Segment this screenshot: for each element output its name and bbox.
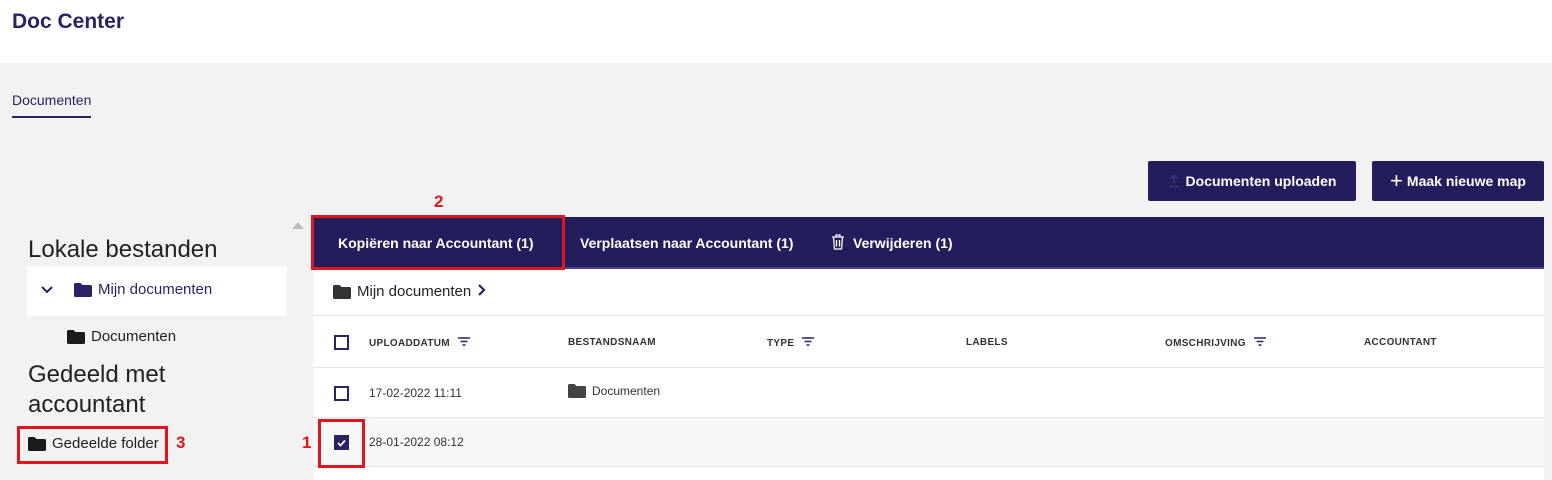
tree-item-label: Mijn documenten [98,281,213,298]
annotation-box-shared-folder [17,426,168,464]
trash-icon [831,233,845,253]
tree-item-label: Documenten [91,328,177,345]
row-date: 28-01-2022 08:12 [369,435,464,449]
new-folder-label: Maak nieuwe map [1406,173,1526,189]
filter-icon[interactable] [802,337,815,349]
column-accountant[interactable]: ACCOUNTANT [1364,337,1437,348]
app-title: Doc Center [12,10,125,33]
tree-item-mijn-documenten[interactable]: Mijn documenten [40,281,212,298]
breadcrumb-label: Mijn documenten [357,283,472,300]
column-labels[interactable]: LABELS [966,337,1008,348]
top-bar: Doc Center [0,0,1552,63]
annotation-number-1: 1 [302,433,312,452]
upload-documents-label: Documenten uploaden [1185,173,1337,189]
scroll-up-arrow-icon[interactable] [292,222,304,229]
column-omschrijving[interactable]: OMSCHRIJVING [1165,337,1266,349]
row-date: 17-02-2022 11:11 [369,386,462,400]
folder-icon [67,329,85,344]
delete-button[interactable]: Verwijderen (1) [831,217,953,269]
row-checkbox[interactable] [334,386,349,401]
tree-item-documenten[interactable]: Documenten [67,328,176,345]
annotation-box-checkbox [318,419,365,468]
annotation-number-2: 2 [434,192,444,211]
plus-icon: + [1390,168,1403,193]
local-files-heading: Lokale bestanden [28,236,218,263]
row-name: Documenten [592,384,661,398]
column-uploaddatum[interactable]: UPLOADDATUM [369,337,470,349]
table-row[interactable]: 17-02-2022 11:11 Documenten [313,369,1544,418]
select-all-checkbox[interactable] [334,335,349,350]
column-type[interactable]: TYPE [767,337,815,349]
new-folder-button[interactable]: + Maak nieuwe map [1372,161,1544,201]
column-bestandsnaam[interactable]: BESTANDSNAAM [568,337,656,348]
tab-documenten[interactable]: Documenten [12,92,92,118]
annotation-number-3: 3 [176,433,186,452]
folder-icon [568,384,586,398]
breadcrumb[interactable]: Mijn documenten [333,283,486,300]
shared-heading: Gedeeld met accountant [28,361,166,418]
table-row[interactable]: 28-01-2022 08:12 [313,418,1544,467]
chevron-right-icon [477,283,486,300]
annotation-box-copy [311,215,565,270]
row-name-cell[interactable]: Documenten [568,384,660,398]
folder-icon [74,282,92,297]
delete-label: Verwijderen (1) [853,235,953,251]
filter-icon[interactable] [457,337,470,349]
folder-icon [333,284,351,299]
upload-documents-button[interactable]: Documenten uploaden [1148,161,1356,201]
table-header: UPLOADDATUM BESTANDSNAAM TYPE LABELS OMS… [313,315,1544,368]
upload-icon [1168,174,1180,188]
move-to-accountant-label: Verplaatsen naar Accountant (1) [580,235,794,251]
filter-icon[interactable] [1253,337,1266,349]
chevron-down-icon[interactable] [40,285,54,295]
move-to-accountant-button[interactable]: Verplaatsen naar Accountant (1) [580,217,793,269]
